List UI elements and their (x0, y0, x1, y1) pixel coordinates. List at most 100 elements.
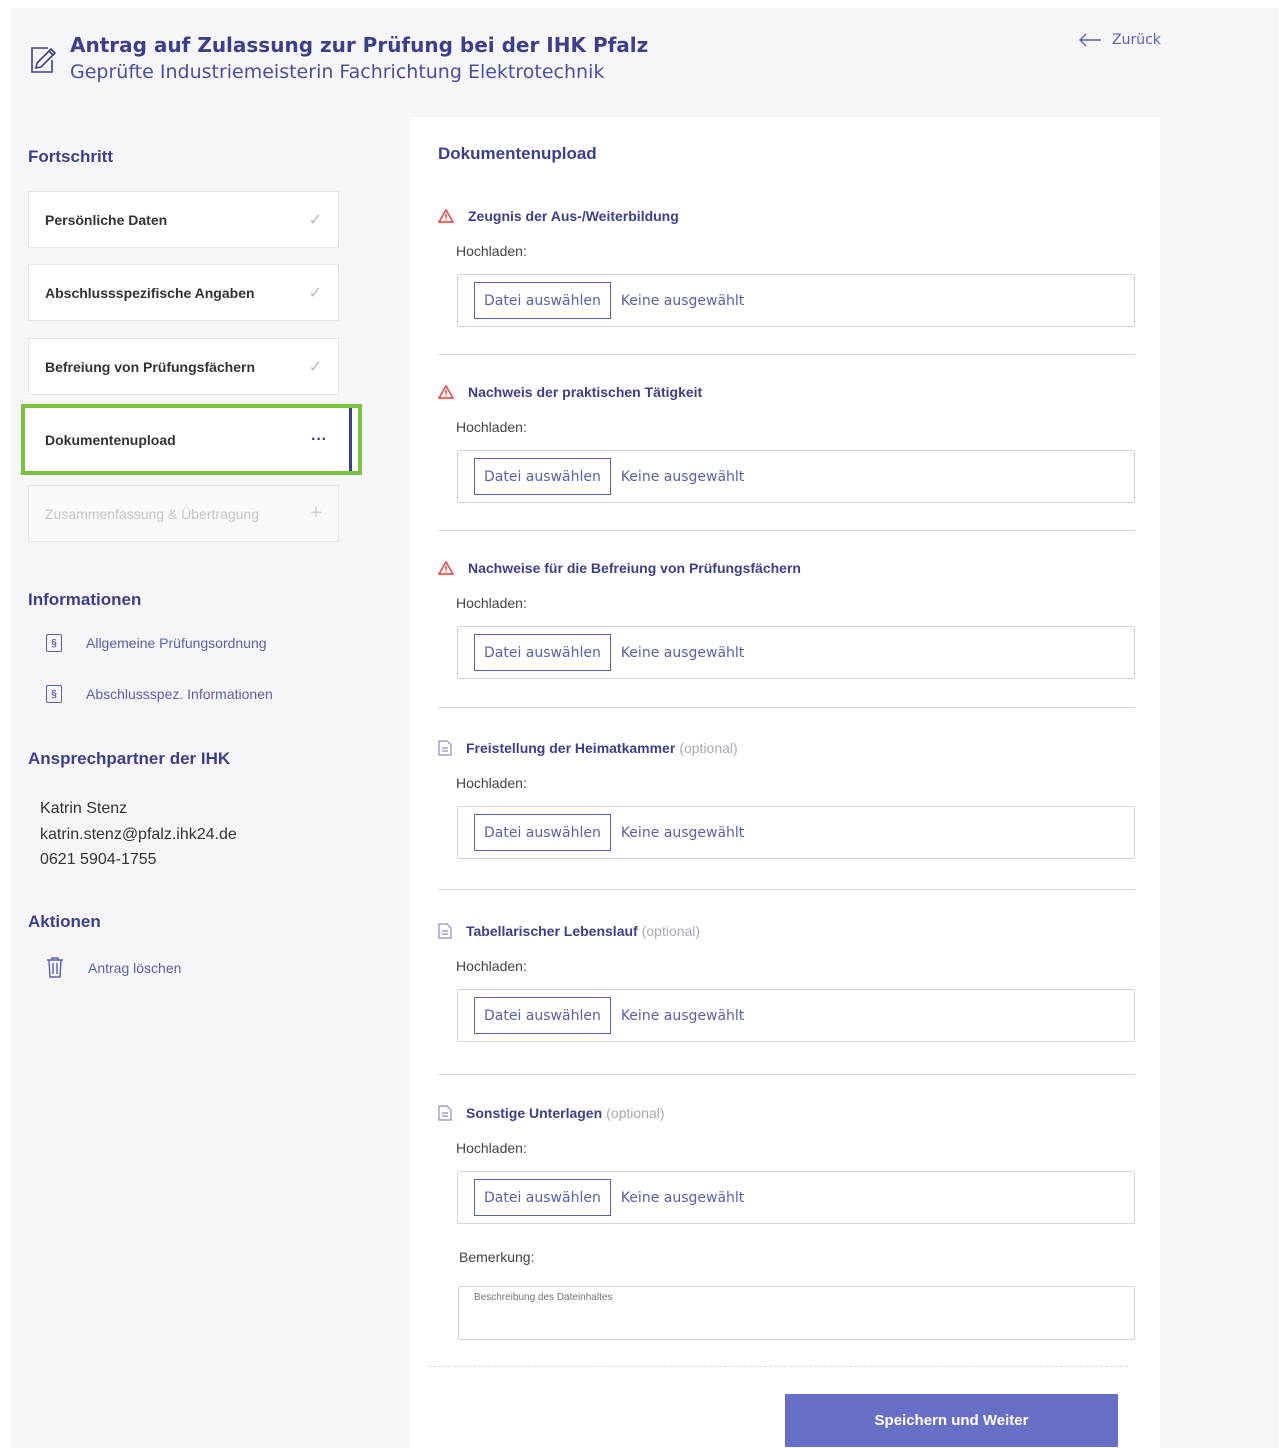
file-upload-field: Datei auswählen Keine ausgewählt (457, 450, 1135, 503)
step-dokumentenupload[interactable]: Dokumentenupload ··· (21, 404, 362, 475)
upload-label: Hochladen: (456, 419, 527, 435)
contact-phone: 0621 5904-1755 (40, 851, 157, 868)
delete-label: Antrag löschen (88, 959, 182, 976)
step-persoenliche-daten[interactable]: Persönliche Daten ✓ (28, 191, 339, 248)
remark-textarea[interactable] (458, 1286, 1135, 1340)
paragraph-document-icon: § (46, 634, 62, 652)
document-title: Sonstige Unterlagen (466, 1105, 603, 1121)
remark-label: Bemerkung: (459, 1249, 535, 1265)
optional-tag: (optional) (679, 740, 738, 756)
step-active-inner: Dokumentenupload ··· (25, 408, 352, 471)
document-section: Nachweis der praktischen Tätigkeit Hochl… (438, 382, 1135, 503)
info-heading: Informationen (28, 590, 142, 609)
contact-email[interactable]: katrin.stenz@pfalz.ihk24.de (40, 822, 237, 848)
document-header: Nachweise für die Befreiung von Prüfungs… (438, 558, 1135, 578)
no-file-selected: Keine ausgewählt (620, 468, 745, 485)
no-file-selected: Keine ausgewählt (620, 1007, 745, 1024)
step-label: Zusammenfassung & Übertragung (45, 505, 259, 522)
document-section: Nachweise für die Befreiung von Prüfungs… (438, 558, 1135, 679)
trash-icon (47, 957, 63, 978)
upload-label: Hochladen: (456, 243, 527, 259)
back-link[interactable]: Zurück (1078, 32, 1161, 48)
upload-label: Hochladen: (456, 958, 527, 974)
paragraph-document-icon: § (46, 685, 62, 703)
file-upload-field: Datei auswählen Keine ausgewählt (457, 989, 1135, 1042)
file-upload-field: Datei auswählen Keine ausgewählt (457, 1171, 1135, 1224)
document-section: Sonstige Unterlagen (optional) Hochladen:… (438, 1103, 1135, 1224)
warning-icon (438, 385, 454, 399)
no-file-selected: Keine ausgewählt (620, 292, 745, 309)
plus-icon: + (310, 502, 322, 524)
document-header: Tabellarischer Lebenslauf (optional) (438, 921, 1135, 941)
warning-icon (438, 209, 454, 223)
info-link-pruefungsordnung[interactable]: § Allgemeine Prüfungsordnung (46, 634, 267, 652)
arrow-left-icon (1079, 33, 1101, 47)
upload-label: Hochladen: (456, 595, 527, 611)
page-title: Antrag auf Zulassung zur Prüfung bei der… (70, 33, 649, 57)
no-file-selected: Keine ausgewählt (620, 1189, 745, 1206)
step-label: Abschlussspezifische Angaben (45, 284, 255, 301)
info-link-label: Abschlussspez. Informationen (86, 686, 273, 702)
document-header: Zeugnis der Aus-/Weiterbildung (438, 206, 1135, 226)
back-link-label: Zurück (1112, 32, 1161, 48)
file-icon (438, 1105, 452, 1121)
document-title: Zeugnis der Aus-/Weiterbildung (468, 208, 679, 224)
check-icon: ✓ (308, 211, 322, 229)
actions-heading: Aktionen (28, 912, 101, 931)
divider (438, 889, 1135, 890)
page-subtitle: Geprüfte Industriemeisterin Fachrichtung… (70, 61, 605, 83)
progress-heading: Fortschritt (28, 147, 113, 166)
save-and-continue-button[interactable]: Speichern und Weiter (785, 1394, 1118, 1447)
step-abschlussspezifische-angaben[interactable]: Abschlussspezifische Angaben ✓ (28, 264, 339, 321)
delete-application-button[interactable]: Antrag löschen (46, 957, 181, 978)
info-link-abschlussspez[interactable]: § Abschlussspez. Informationen (46, 685, 273, 703)
document-header: Freistellung der Heimatkammer (optional) (438, 738, 1135, 758)
upload-label: Hochladen: (456, 1140, 527, 1156)
document-title: Freistellung der Heimatkammer (466, 740, 676, 756)
no-file-selected: Keine ausgewählt (620, 824, 745, 841)
optional-tag: (optional) (641, 923, 701, 939)
step-zusammenfassung: Zusammenfassung & Übertragung + (28, 485, 339, 542)
choose-file-button[interactable]: Datei auswählen (474, 282, 611, 319)
no-file-selected: Keine ausgewählt (620, 644, 745, 661)
contact-name: Katrin Stenz (40, 800, 128, 817)
step-befreiung[interactable]: Befreiung von Prüfungsfächern ✓ (28, 338, 339, 395)
check-icon: ✓ (308, 284, 322, 302)
card-title: Dokumentenupload (438, 144, 597, 163)
divider (438, 1074, 1135, 1075)
document-header: Sonstige Unterlagen (optional) (438, 1103, 1135, 1123)
step-label: Befreiung von Prüfungsfächern (45, 358, 256, 375)
warning-icon (438, 561, 454, 575)
document-title: Nachweis der praktischen Tätigkeit (468, 384, 703, 400)
document-section: Freistellung der Heimatkammer (optional) … (438, 738, 1135, 859)
document-section: Tabellarischer Lebenslauf (optional) Hoch… (438, 921, 1135, 1042)
upload-label: Hochladen: (456, 775, 527, 791)
divider-dashed (428, 1366, 1128, 1367)
document-header: Nachweis der praktischen Tätigkeit (438, 382, 1135, 402)
document-section: Zeugnis der Aus-/Weiterbildung Hochladen… (438, 206, 1135, 327)
choose-file-button[interactable]: Datei auswählen (474, 634, 611, 671)
document-title: Nachweise für die Befreiung von Prüfungs… (468, 560, 801, 576)
file-upload-field: Datei auswählen Keine ausgewählt (457, 806, 1135, 859)
ellipsis-icon: ··· (311, 430, 327, 448)
contact-info: Katrin Stenz katrin.stenz@pfalz.ihk24.de… (40, 796, 237, 873)
optional-tag: (optional) (606, 1105, 665, 1121)
info-link-label: Allgemeine Prüfungsordnung (86, 635, 267, 651)
divider (438, 707, 1135, 708)
divider (438, 354, 1135, 355)
choose-file-button[interactable]: Datei auswählen (474, 814, 611, 851)
choose-file-button[interactable]: Datei auswählen (474, 997, 611, 1034)
document-upload-card: Dokumentenupload Zeugnis der Aus-/Weiter… (410, 117, 1160, 1448)
check-icon: ✓ (308, 358, 322, 376)
step-label: Dokumentenupload (45, 431, 176, 448)
divider (438, 530, 1135, 531)
file-upload-field: Datei auswählen Keine ausgewählt (457, 626, 1135, 679)
file-upload-field: Datei auswählen Keine ausgewählt (457, 274, 1135, 327)
edit-form-icon (31, 47, 57, 73)
file-icon (438, 923, 452, 939)
document-title: Tabellarischer Lebenslauf (466, 923, 638, 939)
file-icon (438, 740, 452, 756)
contact-heading: Ansprechpartner der IHK (28, 749, 231, 768)
choose-file-button[interactable]: Datei auswählen (474, 1179, 611, 1216)
choose-file-button[interactable]: Datei auswählen (474, 458, 611, 495)
